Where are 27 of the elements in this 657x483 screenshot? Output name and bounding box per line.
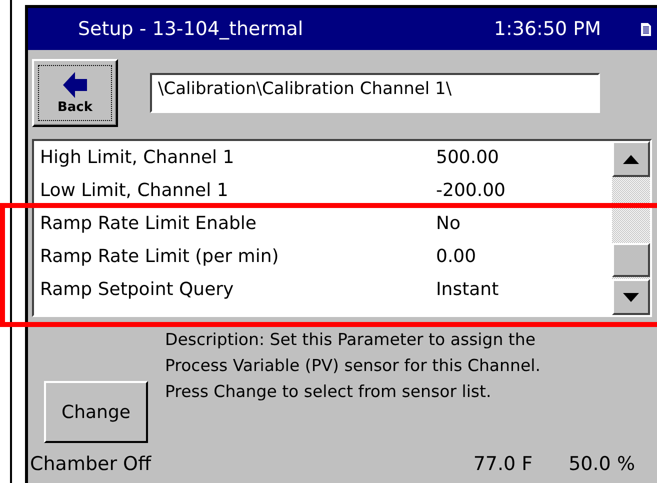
document-icon[interactable]	[641, 22, 651, 36]
description-text: Description: Set this Parameter to assign the Process Variable (PV) sensor for this Channel. Press Change to select from sensor list.	[165, 329, 540, 403]
parameter-name[interactable]: Ramp Rate Limit Enable	[40, 214, 436, 234]
left-arrow-icon	[63, 72, 87, 98]
parameter-value[interactable]: Instant	[436, 280, 499, 300]
parameter-name[interactable]: High Limit, Channel 1	[40, 148, 436, 168]
parameter-value[interactable]: 500.00	[436, 148, 499, 168]
parameter-name[interactable]: Ramp Rate Limit (per min)	[40, 246, 436, 266]
humidity-reading: 50.0 %	[568, 453, 635, 475]
up-triangle-icon	[623, 154, 639, 164]
back-button[interactable]: Back	[32, 59, 118, 127]
scroll-up-button[interactable]	[612, 141, 650, 177]
parameter-name[interactable]: Ramp Setpoint Query	[40, 280, 436, 300]
parameter-value[interactable]: -200.00	[436, 180, 506, 200]
parameter-value[interactable]: 0.00	[436, 246, 476, 266]
parameter-value[interactable]: No	[436, 214, 460, 234]
scrollbar[interactable]	[612, 141, 650, 315]
window-title: Setup - 13-104_thermal	[78, 18, 304, 40]
scroll-down-button[interactable]	[612, 279, 650, 315]
change-button[interactable]: Change	[44, 381, 148, 443]
parameter-name[interactable]: Low Limit, Channel 1	[40, 180, 436, 200]
clock-time: 1:36:50 PM	[494, 18, 601, 40]
scroll-thumb[interactable]	[612, 243, 650, 277]
temperature-reading: 77.0 F	[473, 453, 533, 475]
down-triangle-icon	[623, 292, 639, 302]
chamber-status: Chamber Off	[30, 453, 152, 475]
path-field[interactable]: \Calibration\Calibration Channel 1\	[150, 73, 600, 113]
